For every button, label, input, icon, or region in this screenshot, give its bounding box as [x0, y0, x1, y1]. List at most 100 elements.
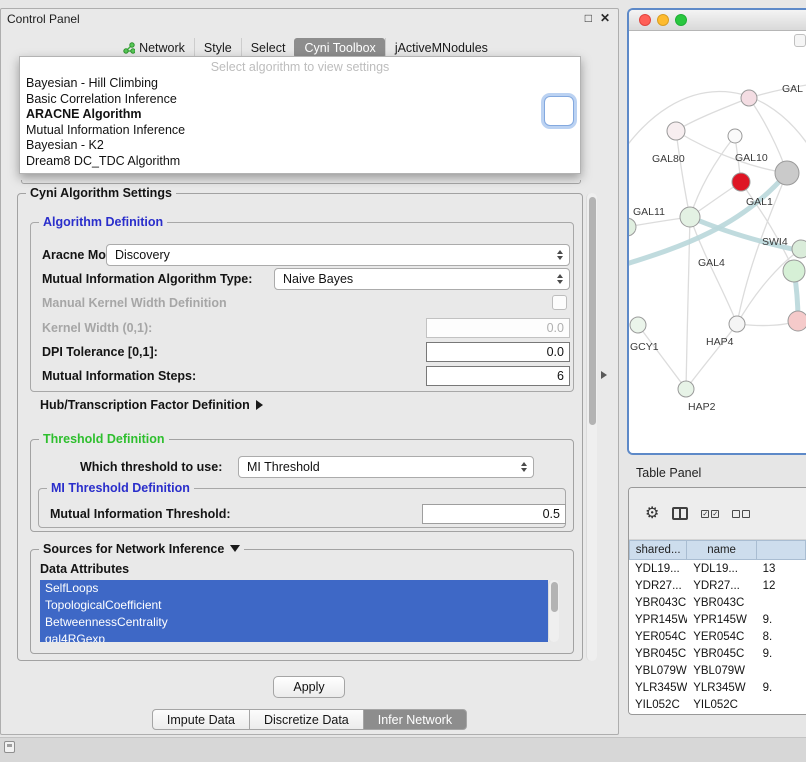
splitpane-collapse-arrow[interactable] — [601, 371, 607, 379]
dpi-tolerance-field[interactable]: 0.0 — [426, 342, 570, 362]
algorithm-option[interactable]: Bayesian - K2 — [20, 138, 580, 154]
table-row[interactable]: YDL19...YDL19...13 — [629, 560, 806, 577]
table-cell: YIL052C — [629, 699, 687, 711]
table-row[interactable]: YBR043CYBR043C — [629, 594, 806, 611]
minimized-panel-icon[interactable] — [4, 741, 15, 753]
sources-toggle[interactable]: Sources for Network Inference — [39, 542, 244, 556]
network-node[interactable] — [667, 122, 685, 140]
tab-impute-data[interactable]: Impute Data — [152, 709, 250, 730]
manual-kernel-width-checkbox[interactable] — [552, 295, 567, 310]
network-node[interactable] — [680, 207, 700, 227]
table-cell: YER054C — [629, 631, 687, 643]
network-edge[interactable] — [676, 98, 749, 131]
algorithm-option[interactable]: Bayesian - Hill Climbing — [20, 76, 580, 92]
network-edge[interactable] — [638, 325, 686, 389]
kernel-width-field[interactable]: 0.0 — [426, 318, 570, 338]
table-cell: YDR27... — [687, 580, 756, 592]
table-cell: YIL052C — [687, 699, 756, 711]
table-row[interactable]: YBR045CYBR045C9. — [629, 645, 806, 662]
network-edge[interactable] — [690, 136, 735, 217]
network-node[interactable] — [732, 173, 750, 191]
which-threshold-combobox[interactable]: MI Threshold — [238, 456, 534, 478]
table-row[interactable]: YPR145WYPR145W9. — [629, 611, 806, 628]
scrollbar-thumb[interactable] — [589, 197, 596, 425]
close-traffic-light-icon[interactable] — [639, 14, 651, 26]
columns-icon[interactable] — [672, 507, 688, 520]
tab-style[interactable]: Style — [194, 38, 241, 58]
table-row[interactable]: YIL052CYIL052C — [629, 696, 806, 713]
focused-field[interactable] — [544, 96, 574, 126]
column-header[interactable] — [757, 540, 806, 560]
network-edge-highlighted[interactable] — [629, 173, 787, 265]
settings-scrollbar[interactable] — [586, 193, 597, 661]
tab-label: Network — [139, 41, 185, 55]
network-node[interactable] — [729, 316, 745, 332]
tab-label: jActiveMNodules — [395, 41, 488, 55]
zoom-traffic-light-icon[interactable] — [675, 14, 687, 26]
group-title: MI Threshold Definition — [47, 481, 194, 495]
network-node[interactable] — [788, 311, 806, 331]
algorithm-option[interactable]: Dream8 DC_TDC Algorithm — [20, 154, 580, 170]
scrollbar-thumb[interactable] — [551, 582, 558, 612]
minimize-traffic-light-icon[interactable] — [657, 14, 669, 26]
table-row[interactable]: YDR27...YDR27...12 — [629, 577, 806, 594]
table-cell: YBL079W — [629, 665, 687, 677]
data-attributes-list[interactable]: SelfLoopsTopologicalCoefficientBetweenne… — [40, 580, 548, 642]
table-panel-title: Table Panel — [636, 466, 701, 480]
algorithm-option[interactable]: Basic Correlation Inference — [20, 92, 580, 108]
tab-select[interactable]: Select — [241, 38, 295, 58]
apply-button[interactable]: Apply — [273, 676, 345, 698]
table-row[interactable]: YLR345WYLR345W9. — [629, 679, 806, 696]
data-attribute-item[interactable]: SelfLoops — [40, 580, 548, 597]
table-row[interactable]: YBL079WYBL079W — [629, 662, 806, 679]
network-node[interactable] — [775, 161, 799, 185]
data-attribute-item[interactable]: gal4RGexp — [40, 631, 548, 642]
network-node[interactable] — [741, 90, 757, 106]
network-node[interactable] — [630, 317, 646, 333]
column-header[interactable]: shared... — [629, 540, 687, 560]
checked-boxes-icon[interactable]: ✓✓ — [701, 510, 719, 518]
unchecked-boxes-icon[interactable] — [732, 510, 750, 518]
algorithm-option[interactable]: Mutual Information Inference — [20, 123, 580, 139]
network-node[interactable] — [783, 260, 805, 282]
table-cell: YBR043C — [629, 597, 687, 609]
table-cell: 12 — [757, 580, 806, 592]
mi-threshold-field[interactable]: 0.5 — [422, 504, 566, 524]
column-header[interactable]: name — [687, 540, 757, 560]
aracne-mode-combobox[interactable]: Discovery — [106, 244, 570, 266]
close-icon[interactable]: ✕ — [600, 11, 610, 25]
network-node[interactable] — [728, 129, 742, 143]
tab-network[interactable]: Network — [114, 38, 194, 58]
data-attribute-item[interactable]: BetweennessCentrality — [40, 614, 548, 631]
network-node[interactable] — [792, 240, 806, 258]
expanded-arrow-icon[interactable] — [230, 545, 240, 552]
restore-icon[interactable]: □ — [585, 11, 592, 25]
combo-value: Naive Bayes — [283, 272, 353, 286]
network-node[interactable] — [629, 218, 636, 236]
algorithm-option[interactable]: ARACNE Algorithm — [20, 107, 580, 123]
node-label: GAL80 — [652, 153, 685, 165]
tab-infer-network[interactable]: Infer Network — [363, 709, 467, 730]
canvas-scrollbar-stub[interactable] — [794, 34, 806, 47]
mi-algorithm-type-combobox[interactable]: Naive Bayes — [274, 268, 570, 290]
tab-jactivemnodules[interactable]: jActiveMNodules — [385, 38, 497, 58]
gear-icon[interactable]: ⚙ — [645, 506, 659, 522]
table-cell: YBL079W — [687, 665, 756, 677]
collapsed-arrow-icon[interactable] — [256, 400, 263, 410]
hub-section-toggle[interactable]: Hub/Transcription Factor Definition — [40, 398, 263, 412]
combo-stepper-icon — [517, 462, 533, 472]
network-canvas[interactable]: GAL80GAL10GAL11GAL1SWI4GAL4GCY1HAP4HAP2G… — [629, 31, 806, 453]
data-attribute-item[interactable]: TopologicalCoefficient — [40, 597, 548, 614]
tab-discretize-data[interactable]: Discretize Data — [249, 709, 364, 730]
network-edge[interactable] — [676, 131, 690, 217]
mi-steps-field[interactable]: 6 — [426, 366, 570, 386]
table-row[interactable]: YER054CYER054C8. — [629, 628, 806, 645]
tab-label: Cyni Toolbox — [304, 41, 375, 55]
attributes-scrollbar[interactable] — [548, 580, 559, 642]
hub-section-label: Hub/Transcription Factor Definition — [40, 398, 250, 412]
tab-cyni-toolbox[interactable]: Cyni Toolbox — [294, 38, 384, 58]
network-node[interactable] — [678, 381, 694, 397]
network-edge[interactable] — [629, 91, 806, 151]
kernel-width-label: Kernel Width (0,1): — [42, 321, 152, 335]
network-edge[interactable] — [686, 324, 737, 389]
